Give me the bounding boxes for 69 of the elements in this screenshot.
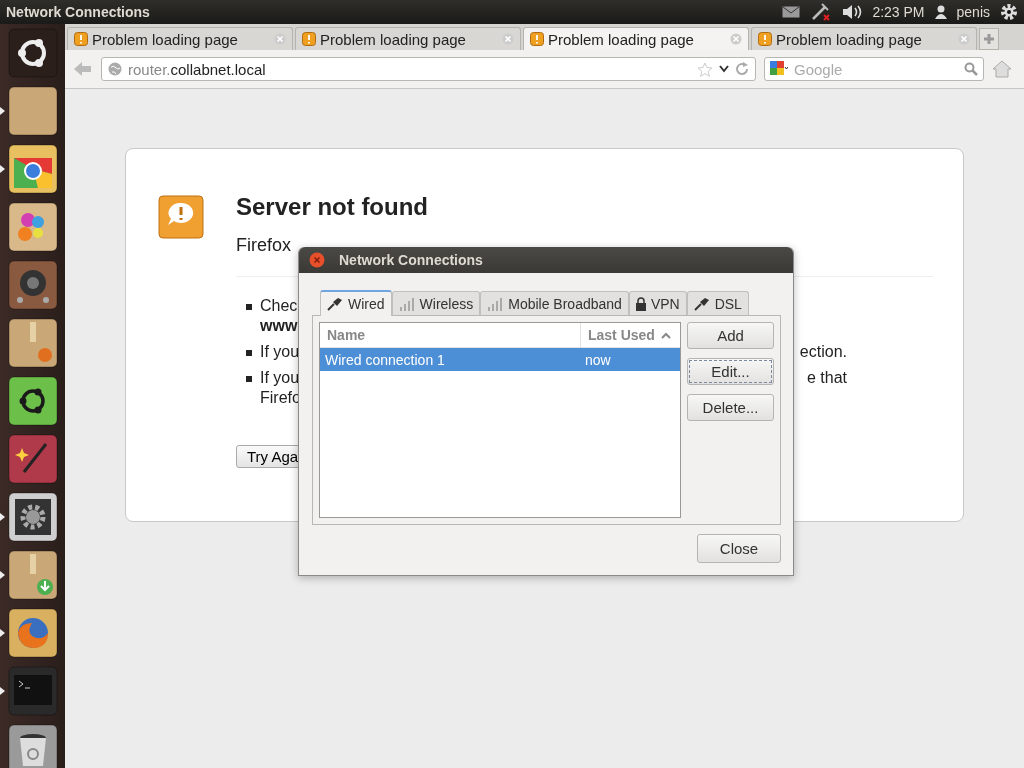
warning-icon bbox=[530, 32, 544, 46]
action-button[interactable]: Edit... bbox=[687, 358, 774, 385]
error-title: Server not found bbox=[236, 193, 428, 221]
mail-icon[interactable] bbox=[782, 6, 801, 18]
connection-tab[interactable]: Wired bbox=[320, 290, 392, 316]
action-button[interactable]: Delete... bbox=[687, 394, 774, 421]
suggestion-text: e that bbox=[806, 369, 847, 387]
search-icon[interactable] bbox=[964, 62, 978, 76]
user-icon[interactable] bbox=[934, 5, 947, 19]
lock-icon bbox=[635, 296, 646, 311]
table-cell-text: Wired connection 1 bbox=[324, 351, 446, 368]
launcher-settings-icon[interactable] bbox=[7, 492, 58, 542]
signal-bars-icon bbox=[487, 296, 504, 311]
star-icon[interactable] bbox=[697, 61, 713, 77]
suggestion-text: www bbox=[260, 317, 298, 335]
connection-tab[interactable]: Wireless bbox=[391, 291, 481, 315]
clock-text[interactable]: 2:23 PM bbox=[872, 4, 925, 20]
close-icon[interactable] bbox=[309, 252, 325, 268]
browser-tab[interactable]: Problem loading page bbox=[295, 27, 521, 50]
dropdown-icon[interactable] bbox=[719, 65, 729, 73]
launcher-software-icon[interactable] bbox=[7, 376, 58, 426]
dialog-title: Network Connections bbox=[339, 252, 483, 268]
suggestion-text: ection. bbox=[799, 343, 847, 361]
window-title: Network Connections bbox=[6, 4, 150, 20]
settings-icon[interactable] bbox=[1000, 3, 1018, 21]
browser-tab[interactable]: Problem loading page bbox=[751, 27, 977, 50]
suggestion-text: If you bbox=[260, 369, 300, 387]
launcher-paint-icon[interactable] bbox=[7, 202, 58, 252]
column-header[interactable]: Last Used bbox=[580, 323, 680, 347]
connection-tab[interactable]: VPN bbox=[628, 291, 687, 315]
plug-icon bbox=[693, 296, 710, 311]
network-offline-icon[interactable] bbox=[810, 2, 833, 22]
launcher-home-icon[interactable] bbox=[7, 28, 58, 78]
search-engine-icon[interactable] bbox=[770, 61, 788, 77]
browser-tab[interactable]: Problem loading page bbox=[523, 27, 749, 50]
bullet-icon bbox=[246, 350, 252, 356]
launcher-firefox-icon[interactable] bbox=[7, 608, 58, 658]
browser-tab[interactable]: Problem loading page bbox=[67, 27, 293, 50]
plus-icon bbox=[983, 33, 995, 45]
launcher-speaker-icon[interactable] bbox=[7, 260, 58, 310]
signal-bars-icon bbox=[398, 296, 415, 311]
bullet-icon bbox=[246, 304, 252, 310]
error-description: Firefox bbox=[236, 235, 291, 256]
user-name[interactable]: penis bbox=[956, 4, 990, 20]
launcher-wand-icon[interactable] bbox=[7, 434, 58, 484]
column-header[interactable]: Name bbox=[320, 323, 580, 347]
action-button[interactable]: Add bbox=[687, 322, 774, 349]
launcher-download-icon[interactable] bbox=[7, 550, 58, 600]
warning-icon bbox=[74, 32, 88, 46]
launcher-trash-icon[interactable] bbox=[7, 724, 58, 768]
alert-bubble-icon bbox=[158, 195, 204, 239]
connection-tab[interactable]: DSL bbox=[686, 291, 749, 315]
warning-icon bbox=[758, 32, 772, 46]
volume-icon[interactable] bbox=[842, 4, 863, 20]
launcher-files-icon[interactable] bbox=[7, 86, 58, 136]
plug-icon bbox=[327, 297, 343, 311]
close-button[interactable]: Close bbox=[697, 534, 781, 563]
globe-icon bbox=[108, 62, 122, 76]
launcher-chrome-icon[interactable] bbox=[7, 144, 58, 194]
bullet-icon bbox=[246, 376, 252, 382]
connection-tab[interactable]: Mobile Broadband bbox=[480, 291, 629, 315]
address-field[interactable]: router.collabnet.local bbox=[101, 57, 756, 81]
table-cell-text: now bbox=[584, 351, 612, 368]
url-text: router.collabnet.local bbox=[128, 60, 267, 78]
warning-icon bbox=[302, 32, 316, 46]
search-field[interactable]: Google bbox=[764, 57, 984, 81]
suggestion-text: If you bbox=[260, 343, 300, 361]
launcher-package-icon[interactable] bbox=[7, 318, 58, 368]
suggestion-text: Chec bbox=[260, 297, 298, 315]
